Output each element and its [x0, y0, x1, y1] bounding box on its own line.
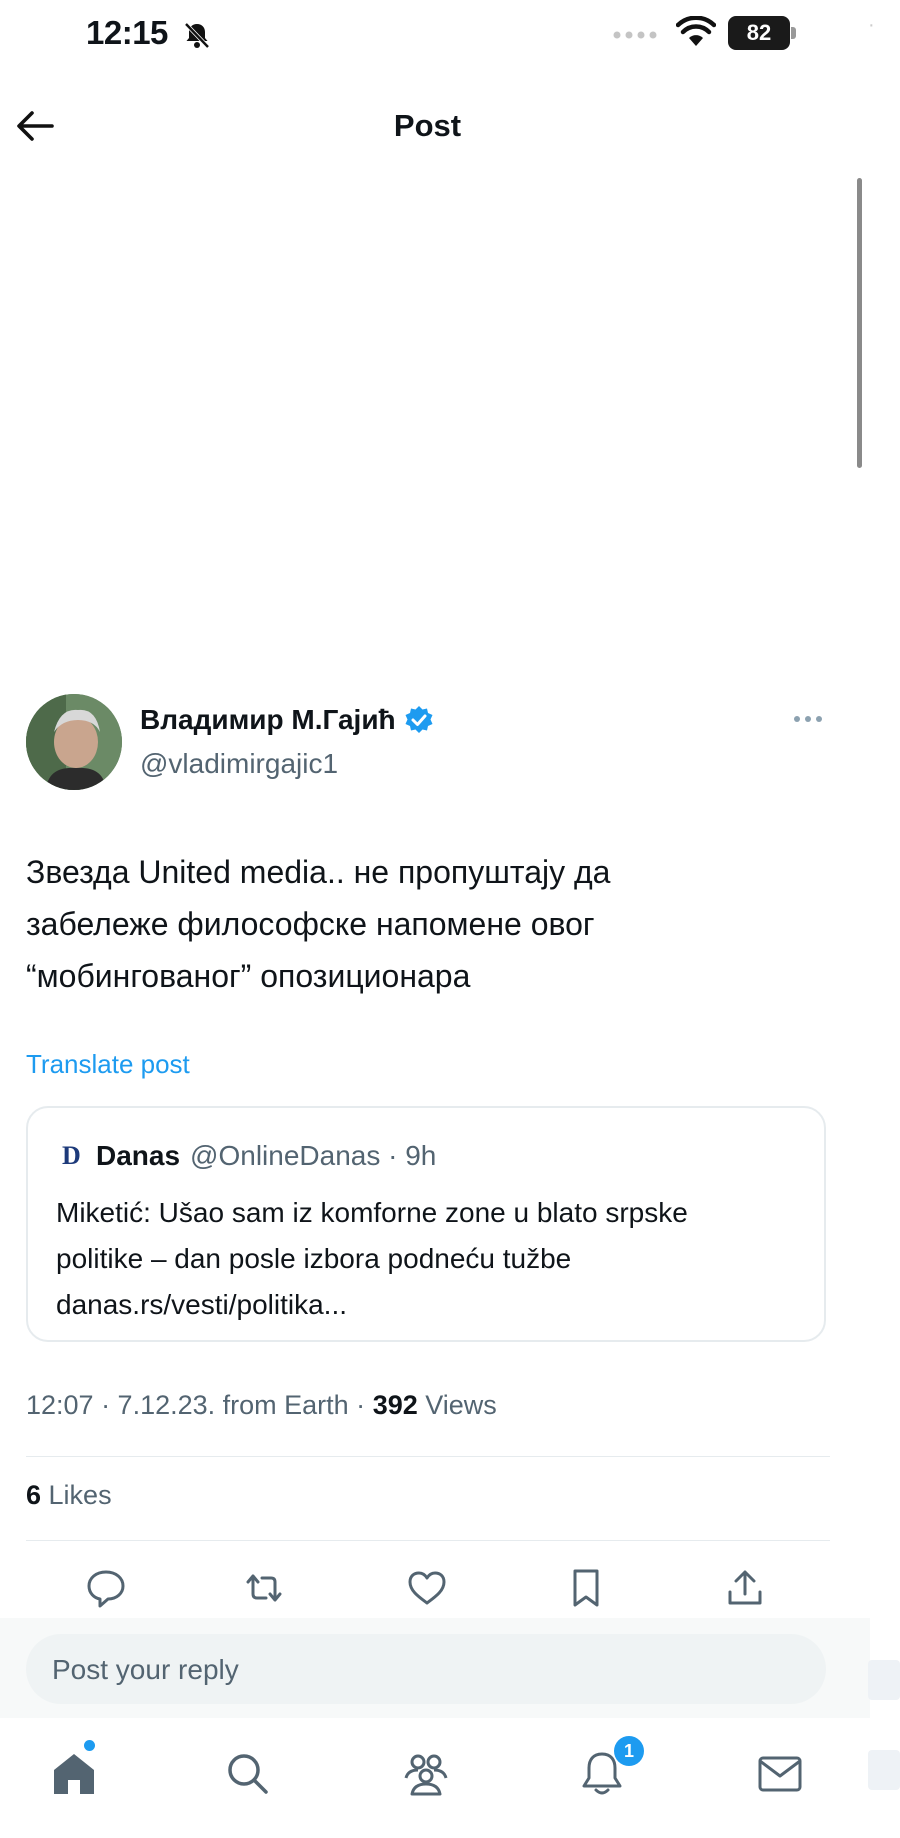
likes-count: 6 [26, 1480, 42, 1510]
share-icon [728, 1570, 762, 1605]
messages-icon [758, 1756, 802, 1792]
top-bar: Post [0, 96, 900, 160]
quoted-author-name: Danas [96, 1140, 181, 1171]
verified-badge-icon [405, 706, 433, 733]
author-name-row[interactable]: Владимир М.Гајић [140, 704, 434, 736]
scrollbar[interactable] [857, 178, 862, 468]
reply-input[interactable]: Post your reply [26, 1634, 826, 1704]
like-button[interactable] [405, 1566, 449, 1610]
nav-messages[interactable] [754, 1748, 806, 1800]
more-options-icon[interactable] [792, 712, 824, 726]
edge-fragment [868, 1750, 900, 1790]
likes-label: Likes [41, 1480, 112, 1510]
search-icon [228, 1754, 268, 1794]
status-time: 12:15 [86, 14, 168, 51]
battery-indicator: 82 [728, 16, 790, 50]
nav-search[interactable] [222, 1748, 274, 1800]
edge-fragment [868, 1660, 900, 1700]
quoted-text-line: politike – dan posle izbora podneću tužb… [56, 1243, 572, 1274]
like-icon [408, 1571, 446, 1605]
edge-mark: · [868, 14, 875, 36]
quoted-post-text: Miketić: Ušao sam iz komforne zone u bla… [56, 1190, 806, 1328]
author-handle[interactable]: @vladimirgajic1 [140, 748, 338, 780]
danas-logo-icon: D [62, 1141, 81, 1170]
signal-dots-icon [613, 31, 657, 39]
home-icon [54, 1754, 94, 1794]
quoted-text-line: danas.rs/vesti/politika... [56, 1289, 348, 1320]
translate-post-link[interactable]: Translate post [26, 1049, 190, 1080]
post-timestamp: 12:07 · 7.12.23. from Earth · 392 Views [26, 1390, 497, 1421]
timestamp-text: 12:07 · 7.12.23. from Earth · [26, 1390, 373, 1420]
share-button[interactable] [723, 1566, 767, 1610]
post-text-line: забележе философске напомене овог [26, 906, 595, 942]
battery-cap [791, 27, 796, 39]
likes-summary[interactable]: 6 Likes [26, 1480, 112, 1511]
nav-communities[interactable] [400, 1748, 452, 1800]
views-count: 392 [372, 1390, 418, 1420]
quoted-text-line: Miketić: Ušao sam iz komforne zone u bla… [56, 1197, 688, 1228]
views-label: Views [417, 1390, 497, 1420]
divider [26, 1456, 830, 1457]
post-text-line: “мобингованог” опозиционара [26, 958, 471, 994]
author-name[interactable]: Владимир М.Гајић [140, 704, 396, 736]
bell-muted-icon [184, 22, 210, 49]
repost-icon [246, 1574, 282, 1602]
quoted-post-header: D Danas @OnlineDanas · 9h [62, 1140, 436, 1172]
post-text-line: Звезда United media.. не пропуштају да [26, 854, 611, 890]
wifi-icon [676, 16, 716, 46]
communities-icon [404, 1754, 448, 1796]
nav-home[interactable] [48, 1748, 100, 1800]
page-title: Post [393, 108, 462, 143]
status-bar: 12:15 82 · [0, 0, 900, 70]
bottom-nav: 1 [0, 1730, 900, 1830]
repost-button[interactable] [242, 1566, 286, 1610]
bookmark-button[interactable] [564, 1566, 608, 1610]
home-unread-dot [84, 1740, 95, 1751]
reply-button[interactable] [84, 1566, 128, 1610]
post-text: Звезда United media.. не пропуштају да з… [26, 846, 846, 1002]
action-bar [0, 1566, 900, 1616]
reply-placeholder: Post your reply [52, 1654, 239, 1685]
avatar[interactable] [26, 694, 122, 790]
bookmark-icon [573, 1569, 599, 1607]
reply-icon [87, 1570, 125, 1608]
avatar-photo [26, 694, 122, 790]
notification-badge: 1 [614, 1736, 644, 1766]
quoted-author-meta: @OnlineDanas · 9h [190, 1140, 437, 1171]
divider [26, 1540, 830, 1541]
quoted-post-card[interactable]: D Danas @OnlineDanas · 9h Miketić: Ušao … [26, 1106, 826, 1342]
